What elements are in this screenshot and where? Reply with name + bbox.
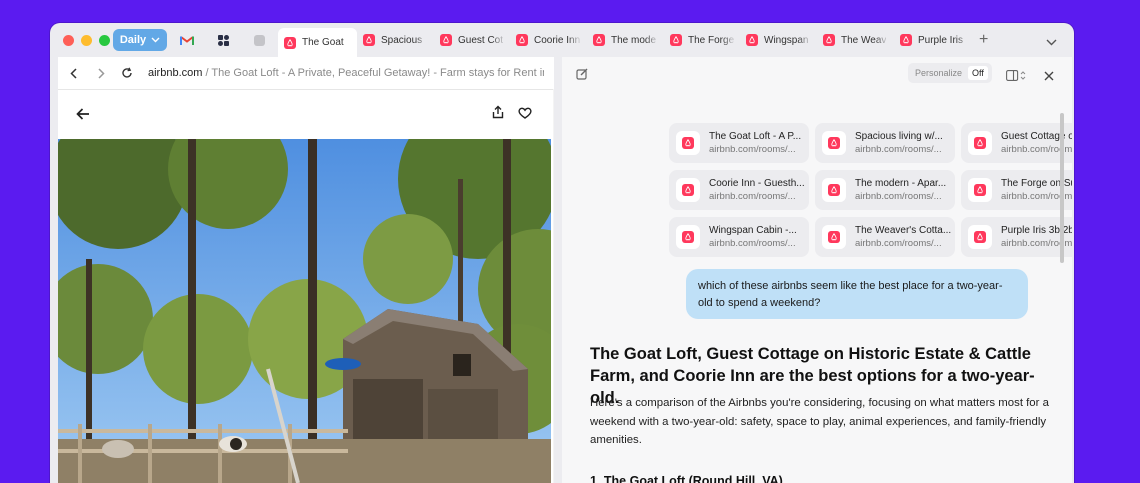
tab-coorie-inn[interactable]: Coorie Inn	[510, 28, 582, 52]
close-window-button[interactable]	[63, 35, 74, 46]
address-bar: airbnb.com / The Goat Loft - A Private, …	[58, 57, 554, 89]
airbnb-icon	[676, 131, 700, 155]
context-tab-card[interactable]: The Goat Loft - A P... airbnb.com/rooms/.…	[669, 123, 809, 163]
airbnb-icon	[822, 178, 846, 202]
card-url: airbnb.com/rooms/...	[855, 144, 942, 155]
airbnb-icon	[363, 34, 375, 46]
back-button[interactable]	[66, 65, 82, 81]
url-host: airbnb.com	[148, 67, 203, 79]
gmail-icon[interactable]	[179, 32, 195, 48]
airbnb-icon	[822, 225, 846, 249]
context-tab-card[interactable]: Guest Cottage on...airbnb.com/rooms/...	[961, 123, 1072, 163]
tab-the-forge[interactable]: The Forge	[664, 28, 736, 52]
tab-spacious[interactable]: Spacious	[357, 28, 429, 52]
share-icon[interactable]	[492, 105, 504, 124]
url-field[interactable]: airbnb.com / The Goat Loft - A Private, …	[148, 67, 544, 79]
tab-purple-iris[interactable]: Purple Iris	[894, 28, 970, 52]
context-tab-card[interactable]: Purple Iris 3b 2b pri...airbnb.com/rooms…	[961, 217, 1072, 257]
airbnb-icon	[516, 34, 528, 46]
assistant-sidebar: Personalize Off The Goat Loft - A P... ai…	[562, 57, 1072, 483]
context-tab-card[interactable]: Spacious living w/... airbnb.com/rooms/..…	[815, 123, 955, 163]
assistant-scrollbar[interactable]	[1059, 113, 1065, 263]
space-label: Daily	[119, 34, 147, 46]
farm-barn-photo	[58, 139, 551, 483]
forward-button[interactable]	[93, 65, 109, 81]
page-scrollbar[interactable]	[553, 89, 554, 483]
close-icon[interactable]	[1044, 68, 1054, 86]
tab-bar: Daily The Goat Spacious Guest Cot Coorie…	[50, 23, 1074, 57]
card-title: The modern - Apar...	[855, 178, 947, 189]
minimize-window-button[interactable]	[81, 35, 92, 46]
tab-label: The Goat	[302, 37, 344, 48]
airbnb-icon	[968, 131, 992, 155]
tab-overflow-chevron-icon[interactable]	[1046, 33, 1057, 51]
zoom-window-button[interactable]	[99, 35, 110, 46]
personalize-label: Personalize	[915, 68, 963, 78]
back-arrow-icon[interactable]	[76, 107, 90, 125]
card-title: Coorie Inn - Guesth...	[709, 178, 805, 189]
listing-photo[interactable]	[58, 139, 551, 483]
chevron-right-icon	[98, 67, 105, 79]
airbnb-icon	[900, 34, 912, 46]
airbnb-icon	[822, 131, 846, 155]
answer-section-heading: 1. The Goat Loft (Round Hill, VA)	[590, 474, 783, 483]
airbnb-icon	[968, 225, 992, 249]
tab-wingspan[interactable]: Wingspan	[740, 28, 812, 52]
chevron-left-icon	[70, 67, 77, 79]
card-url: airbnb.com/rooms/...	[855, 191, 942, 202]
space-switcher[interactable]: Daily	[113, 29, 167, 51]
browser-window: Daily The Goat Spacious Guest Cot Coorie…	[50, 23, 1074, 483]
reload-icon	[122, 67, 132, 78]
context-tab-card[interactable]: Wingspan Cabin -... airbnb.com/rooms/...	[669, 217, 809, 257]
url-path: / The Goat Loft - A Private, Peaceful Ge…	[202, 67, 544, 79]
reload-button[interactable]	[119, 65, 135, 81]
tab-the-modern[interactable]: The mode	[587, 28, 659, 52]
airbnb-icon	[284, 36, 296, 49]
airbnb-icon	[593, 34, 605, 46]
assistant-toolbar: Personalize Off	[562, 57, 1072, 89]
card-url: airbnb.com/rooms/...	[709, 238, 796, 249]
card-title: The Goat Loft - A P...	[709, 131, 802, 142]
chevron-down-icon	[151, 37, 160, 43]
user-message-bubble: which of these airbnbs seem like the bes…	[686, 269, 1028, 319]
airbnb-icon	[670, 34, 682, 46]
traffic-lights	[63, 35, 110, 46]
personalize-state: Off	[968, 66, 988, 80]
tab-guest-cottage[interactable]: Guest Cot	[434, 28, 506, 52]
personalize-toggle[interactable]: Personalize Off	[908, 63, 992, 83]
airbnb-icon	[746, 34, 758, 46]
linear-icon[interactable]	[215, 32, 231, 48]
card-url: airbnb.com/rooms/...	[709, 144, 796, 155]
context-tab-card[interactable]: The modern - Apar... airbnb.com/rooms/...	[815, 170, 955, 210]
context-tab-card[interactable]: Coorie Inn - Guesth... airbnb.com/rooms/.…	[669, 170, 809, 210]
airbnb-icon	[676, 225, 700, 249]
tab-goat-loft[interactable]: The Goat	[278, 28, 357, 57]
new-tab-icon[interactable]: +	[979, 31, 988, 49]
tab-the-weaver[interactable]: The Weav	[817, 28, 889, 52]
card-url: airbnb.com/rooms/...	[709, 191, 796, 202]
sidebar-layout-icon[interactable]	[1006, 68, 1026, 86]
card-title: The Weaver's Cotta...	[855, 225, 952, 236]
card-title: Wingspan Cabin -...	[709, 225, 797, 236]
listing-header	[58, 89, 554, 140]
heart-icon[interactable]	[518, 106, 532, 124]
compose-icon[interactable]	[576, 67, 588, 85]
airbnb-icon	[676, 178, 700, 202]
card-title: Spacious living w/...	[855, 131, 943, 142]
airbnb-icon	[968, 178, 992, 202]
airbnb-icon	[823, 34, 835, 46]
airbnb-icon	[440, 34, 452, 46]
answer-body: Here's a comparison of the Airbnbs you'r…	[590, 397, 1049, 446]
web-page-pane: airbnb.com / The Goat Loft - A Private, …	[58, 57, 554, 483]
card-url: airbnb.com/rooms/...	[855, 238, 942, 249]
context-tab-card[interactable]: The Forge on Sunn...airbnb.com/rooms/...	[961, 170, 1072, 210]
gray-tile-icon[interactable]	[251, 32, 267, 48]
context-tab-card[interactable]: The Weaver's Cotta... airbnb.com/rooms/..…	[815, 217, 955, 257]
